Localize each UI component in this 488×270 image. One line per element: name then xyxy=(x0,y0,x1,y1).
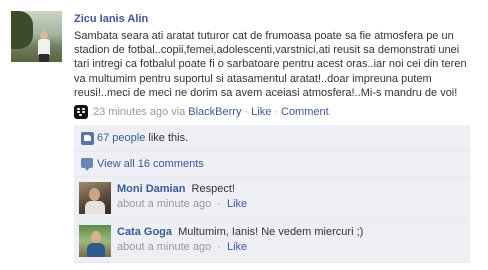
post-author-link[interactable]: Zicu Ianis Alin xyxy=(74,13,148,25)
meta-separator: · xyxy=(274,106,278,118)
comment-text: Multumim, Ianis! Ne vedem miercuri ;) xyxy=(178,226,364,238)
comment-item: Moni Damian Respect! about a minute ago … xyxy=(74,177,470,220)
meta-separator: · xyxy=(244,106,249,118)
meta-separator: · xyxy=(217,198,221,210)
comment-like-link[interactable]: Like xyxy=(227,241,247,253)
avatar-body xyxy=(87,243,105,257)
post-timestamp[interactable]: 23 minutes ago xyxy=(93,106,168,118)
comment-timestamp[interactable]: about a minute ago xyxy=(117,241,211,253)
view-all-comments-link[interactable]: View all 16 comments xyxy=(97,158,204,170)
post-like-link[interactable]: Like xyxy=(251,106,271,118)
comment-bubble-icon xyxy=(81,158,93,171)
post-message: Sambata seara ati aratat tuturor cat de … xyxy=(74,30,467,99)
comment-author-link[interactable]: Cata Goga xyxy=(117,226,172,238)
meta-separator: · xyxy=(217,241,221,253)
likes-row: 67 people like this. xyxy=(74,125,470,152)
feed-story: Zicu Ianis Alin Sambata seara ati aratat… xyxy=(0,0,488,270)
avatar-person-body xyxy=(38,39,50,55)
avatar-body xyxy=(85,201,105,214)
avatar-face xyxy=(91,231,101,243)
comment-like-link[interactable]: Like xyxy=(227,198,247,210)
comment-author-link[interactable]: Moni Damian xyxy=(117,183,185,195)
likes-count-link[interactable]: 67 people xyxy=(97,132,145,144)
likes-summary: 67 people like this. xyxy=(97,132,188,144)
likes-suffix: like this. xyxy=(148,132,189,144)
comment-text: Respect! xyxy=(191,183,235,195)
avatar-tree-shape xyxy=(11,11,33,49)
comment-meta: about a minute ago · Like xyxy=(117,241,247,253)
avatar-face xyxy=(89,188,100,201)
post-comment-link[interactable]: Comment xyxy=(281,106,329,118)
author-avatar[interactable] xyxy=(11,11,62,62)
view-all-comments-row[interactable]: View all 16 comments xyxy=(74,152,470,177)
thumbs-up-icon xyxy=(81,132,94,145)
via-label: via xyxy=(171,106,186,118)
comment-content: Moni Damian Respect! xyxy=(117,183,235,195)
source-link[interactable]: BlackBerry xyxy=(188,106,241,118)
feedback-box: 67 people like this. View all 16 comment… xyxy=(74,125,470,263)
commenter-avatar[interactable] xyxy=(79,225,111,257)
comment-meta: about a minute ago · Like xyxy=(117,198,247,210)
blackberry-icon xyxy=(74,105,88,119)
comment-content: Cata Goga Multumim, Ianis! Ne vedem mier… xyxy=(117,226,363,238)
comment-timestamp[interactable]: about a minute ago xyxy=(117,198,211,210)
commenter-avatar[interactable] xyxy=(79,182,111,214)
comment-item: Cata Goga Multumim, Ianis! Ne vedem mier… xyxy=(74,220,470,263)
post-meta: 23 minutes ago via BlackBerry · Like · C… xyxy=(74,104,329,120)
avatar-person-legs xyxy=(39,54,49,62)
